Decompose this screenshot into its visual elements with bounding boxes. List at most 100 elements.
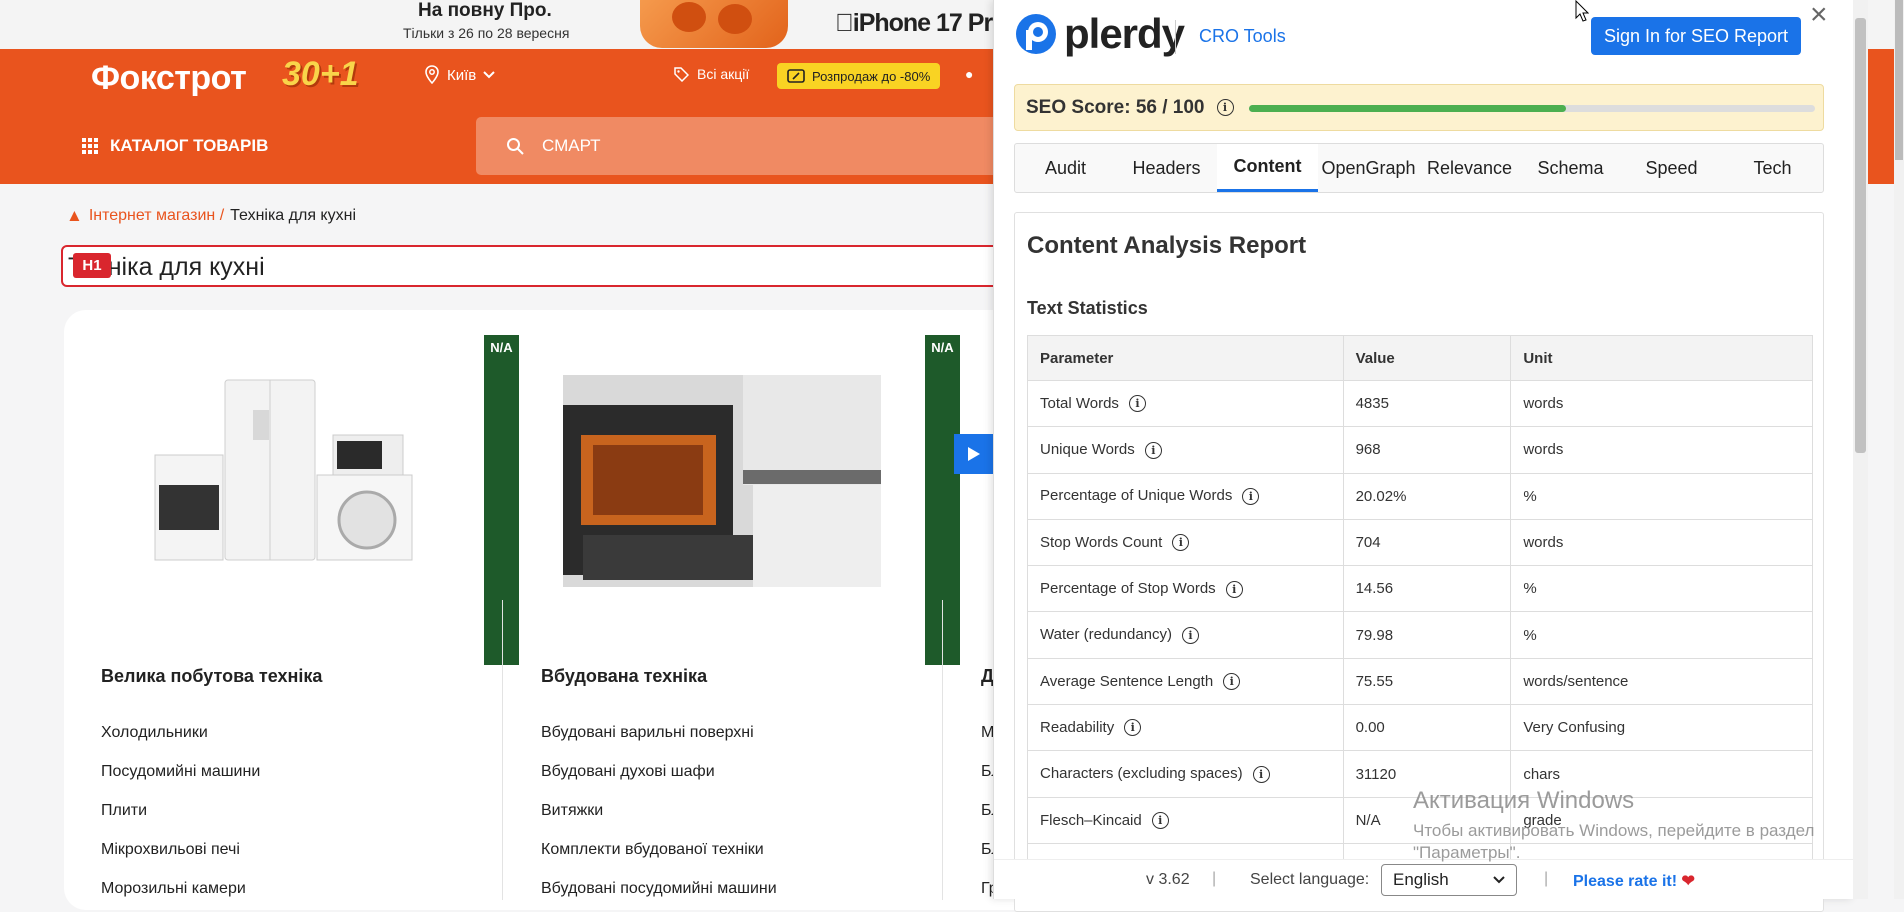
mouse-cursor-icon bbox=[1575, 0, 1589, 22]
content-report: Content Analysis Report Text Statistics … bbox=[1014, 212, 1824, 912]
param-label: Water (redundancy) bbox=[1040, 626, 1172, 644]
seo-score-label: SEO Score: 56 / 100 bbox=[1026, 96, 1205, 118]
close-icon[interactable]: × bbox=[1810, 0, 1828, 32]
table-row: Percentage of Unique Words i 20.02%% bbox=[1027, 472, 1813, 520]
stats-table: Parameter Value Unit Total Words i 4835 wor… bbox=[1027, 335, 1813, 891]
info-icon[interactable]: i bbox=[1252, 765, 1270, 783]
category-link[interactable]: Витяжки bbox=[541, 802, 603, 820]
oven-image bbox=[563, 375, 881, 587]
category-link[interactable]: Посудомийні машини bbox=[101, 763, 260, 781]
catalog-button[interactable]: КАТАЛОГ ТОВАРІВ bbox=[82, 136, 268, 156]
info-icon[interactable]: i bbox=[1182, 626, 1199, 644]
location-pin-icon bbox=[425, 65, 439, 85]
play-icon[interactable] bbox=[954, 434, 994, 474]
column-header: Unit bbox=[1510, 335, 1813, 381]
store-locator-icon[interactable]: ● bbox=[965, 66, 973, 82]
param-label: Percentage of Unique Words bbox=[1040, 487, 1233, 505]
card-title[interactable]: Д bbox=[981, 666, 994, 687]
tab-speed[interactable]: Speed bbox=[1621, 144, 1722, 192]
breadcrumb: ▲ Інтернет магазин / Техніка для кухні bbox=[66, 206, 356, 226]
category-link[interactable]: Вбудовані духові шафи bbox=[541, 763, 715, 781]
table-row: Average Sentence Length i 75.55 words/sente… bbox=[1027, 657, 1813, 706]
score-progress-fill bbox=[1249, 105, 1566, 112]
unit-cell: words bbox=[1510, 379, 1813, 428]
search-value: СМАРТ bbox=[542, 136, 601, 155]
tab-tech[interactable]: Tech bbox=[1722, 144, 1823, 192]
deals-link[interactable]: Всі акції bbox=[674, 66, 749, 82]
category-link[interactable]: Мікрохвильові печі bbox=[101, 841, 240, 859]
value-cell: 14.56 bbox=[1342, 565, 1512, 613]
param-label: Unique Words bbox=[1040, 441, 1135, 459]
search-icon bbox=[507, 138, 524, 155]
category-link[interactable]: Вбудовані варильні поверхні bbox=[541, 724, 754, 742]
param-cell: Percentage of Unique Words i bbox=[1027, 472, 1344, 520]
sale-button[interactable]: Розпродаж до -80% bbox=[777, 63, 941, 89]
catalog-label: КАТАЛОГ ТОВАРІВ bbox=[110, 136, 269, 155]
param-cell: Stop Words Count i bbox=[1027, 518, 1344, 567]
sale-icon bbox=[787, 69, 805, 83]
info-icon[interactable]: i bbox=[1128, 395, 1146, 413]
breadcrumb-home-link[interactable]: Інтернет магазин / bbox=[89, 207, 224, 225]
value-cell: N/A bbox=[1342, 796, 1512, 844]
category-link[interactable]: Вбудовані посудомийні машини bbox=[541, 880, 777, 898]
tab-headers[interactable]: Headers bbox=[1116, 144, 1217, 192]
param-cell: Total Words i bbox=[1027, 379, 1344, 428]
promo-phone-label: iPhone 17 Pro bbox=[835, 9, 1008, 37]
cro-tools-link[interactable]: CRO Tools bbox=[1199, 26, 1286, 47]
seo-score-bar: SEO Score: 56 / 100 i bbox=[1014, 84, 1824, 131]
language-value: English bbox=[1393, 870, 1449, 889]
score-progress-track bbox=[1249, 105, 1815, 112]
card-title[interactable]: Велика побутова техніка bbox=[101, 666, 322, 687]
promo-phone-text: iPhone 17 Pro bbox=[835, 9, 1008, 38]
divider: | bbox=[1544, 870, 1549, 887]
table-row: Water (redundancy) i 79.98% bbox=[1027, 611, 1813, 659]
site-logo[interactable]: Фокстрот bbox=[91, 59, 247, 98]
info-icon[interactable]: i bbox=[1144, 441, 1162, 459]
info-icon[interactable]: i bbox=[1223, 673, 1241, 691]
tab-opengraph[interactable]: OpenGraph bbox=[1318, 144, 1419, 192]
scrollbar-thumb[interactable] bbox=[1855, 18, 1866, 453]
sign-in-button[interactable]: Sign In for SEO Report bbox=[1591, 17, 1801, 55]
panel-scrollbar[interactable] bbox=[1853, 0, 1868, 899]
grid-icon bbox=[82, 138, 98, 154]
phone-image bbox=[640, 0, 788, 48]
unit-cell: Very Confusing bbox=[1510, 704, 1813, 752]
rate-link[interactable]: Please rate it! ❤ bbox=[1573, 871, 1695, 891]
value-cell: 79.98 bbox=[1342, 611, 1512, 659]
tab-content[interactable]: Content bbox=[1217, 144, 1318, 192]
param-label: Percentage of Stop Words bbox=[1040, 580, 1216, 598]
plerdy-panel: plerdy CRO Tools Sign In for SEO Report … bbox=[993, 0, 1854, 912]
scrollbar-thumb[interactable] bbox=[1895, 0, 1903, 160]
tab-relevance[interactable]: Relevance bbox=[1419, 144, 1520, 192]
language-select[interactable]: English bbox=[1381, 864, 1517, 896]
promo-title: На повну Про. bbox=[418, 0, 552, 21]
category-link[interactable]: Комплекти вбудованої техніки bbox=[541, 841, 764, 859]
column-header: Parameter bbox=[1027, 335, 1344, 381]
page-scrollbar[interactable] bbox=[1894, 0, 1904, 899]
category-link[interactable]: Холодильники bbox=[101, 724, 208, 742]
breadcrumb-current: Техніка для кухні bbox=[230, 207, 356, 224]
param-cell: Average Sentence Length i bbox=[1027, 657, 1344, 706]
plerdy-logo-icon bbox=[1016, 14, 1056, 54]
param-cell: Percentage of Stop Words i bbox=[1027, 565, 1344, 613]
search-input[interactable]: СМАРТ bbox=[476, 117, 1006, 175]
category-link[interactable]: Морозильні камери bbox=[101, 880, 246, 898]
tab-schema[interactable]: Schema bbox=[1520, 144, 1621, 192]
value-cell: 20.02% bbox=[1342, 472, 1512, 520]
category-link[interactable]: Плити bbox=[101, 802, 147, 820]
tab-audit[interactable]: Audit bbox=[1015, 144, 1116, 192]
info-icon[interactable]: i bbox=[1124, 719, 1142, 737]
info-icon[interactable]: i bbox=[1242, 488, 1260, 505]
info-icon[interactable]: i bbox=[1225, 580, 1243, 598]
card-title[interactable]: Вбудована техніка bbox=[541, 666, 707, 687]
info-icon[interactable]: i bbox=[1216, 99, 1234, 116]
info-icon[interactable]: i bbox=[1172, 534, 1190, 552]
table-row: Readability i 0.00 Very Confusing bbox=[1027, 704, 1813, 752]
table-row: Percentage of Stop Words i 14.56% bbox=[1027, 565, 1813, 613]
table-row: Total Words i 4835 words bbox=[1027, 379, 1813, 428]
logo-divider bbox=[1175, 20, 1176, 54]
param-cell: Flesch–Kincaid i bbox=[1027, 796, 1344, 844]
unit-cell: % bbox=[1510, 472, 1813, 520]
city-selector[interactable]: Київ bbox=[423, 65, 496, 85]
info-icon[interactable]: i bbox=[1151, 812, 1169, 830]
